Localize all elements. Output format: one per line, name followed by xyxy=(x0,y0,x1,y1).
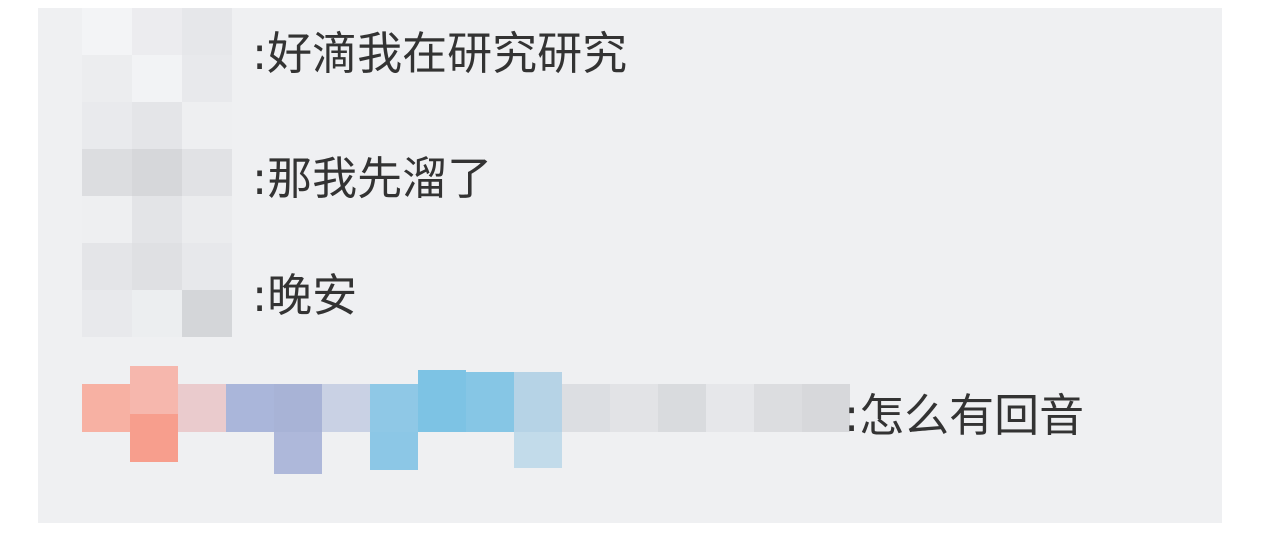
chat-message: :那我先溜了 xyxy=(252,143,492,213)
message-text: :好滴我在研究研究 xyxy=(252,26,628,80)
chat-message: :好滴我在研究研究 xyxy=(252,18,627,88)
redacted-username xyxy=(82,366,882,476)
message-text: :那我先溜了 xyxy=(252,151,493,205)
message-text: :怎么有回音 xyxy=(844,388,1085,442)
chat-message: :怎么有回音 xyxy=(844,380,1084,450)
chat-message: :晚安 xyxy=(252,260,357,330)
message-text: :晚安 xyxy=(252,268,358,322)
chat-panel: :好滴我在研究研究 :那我先溜了 :晚安 :怎么有回音 xyxy=(38,8,1222,523)
